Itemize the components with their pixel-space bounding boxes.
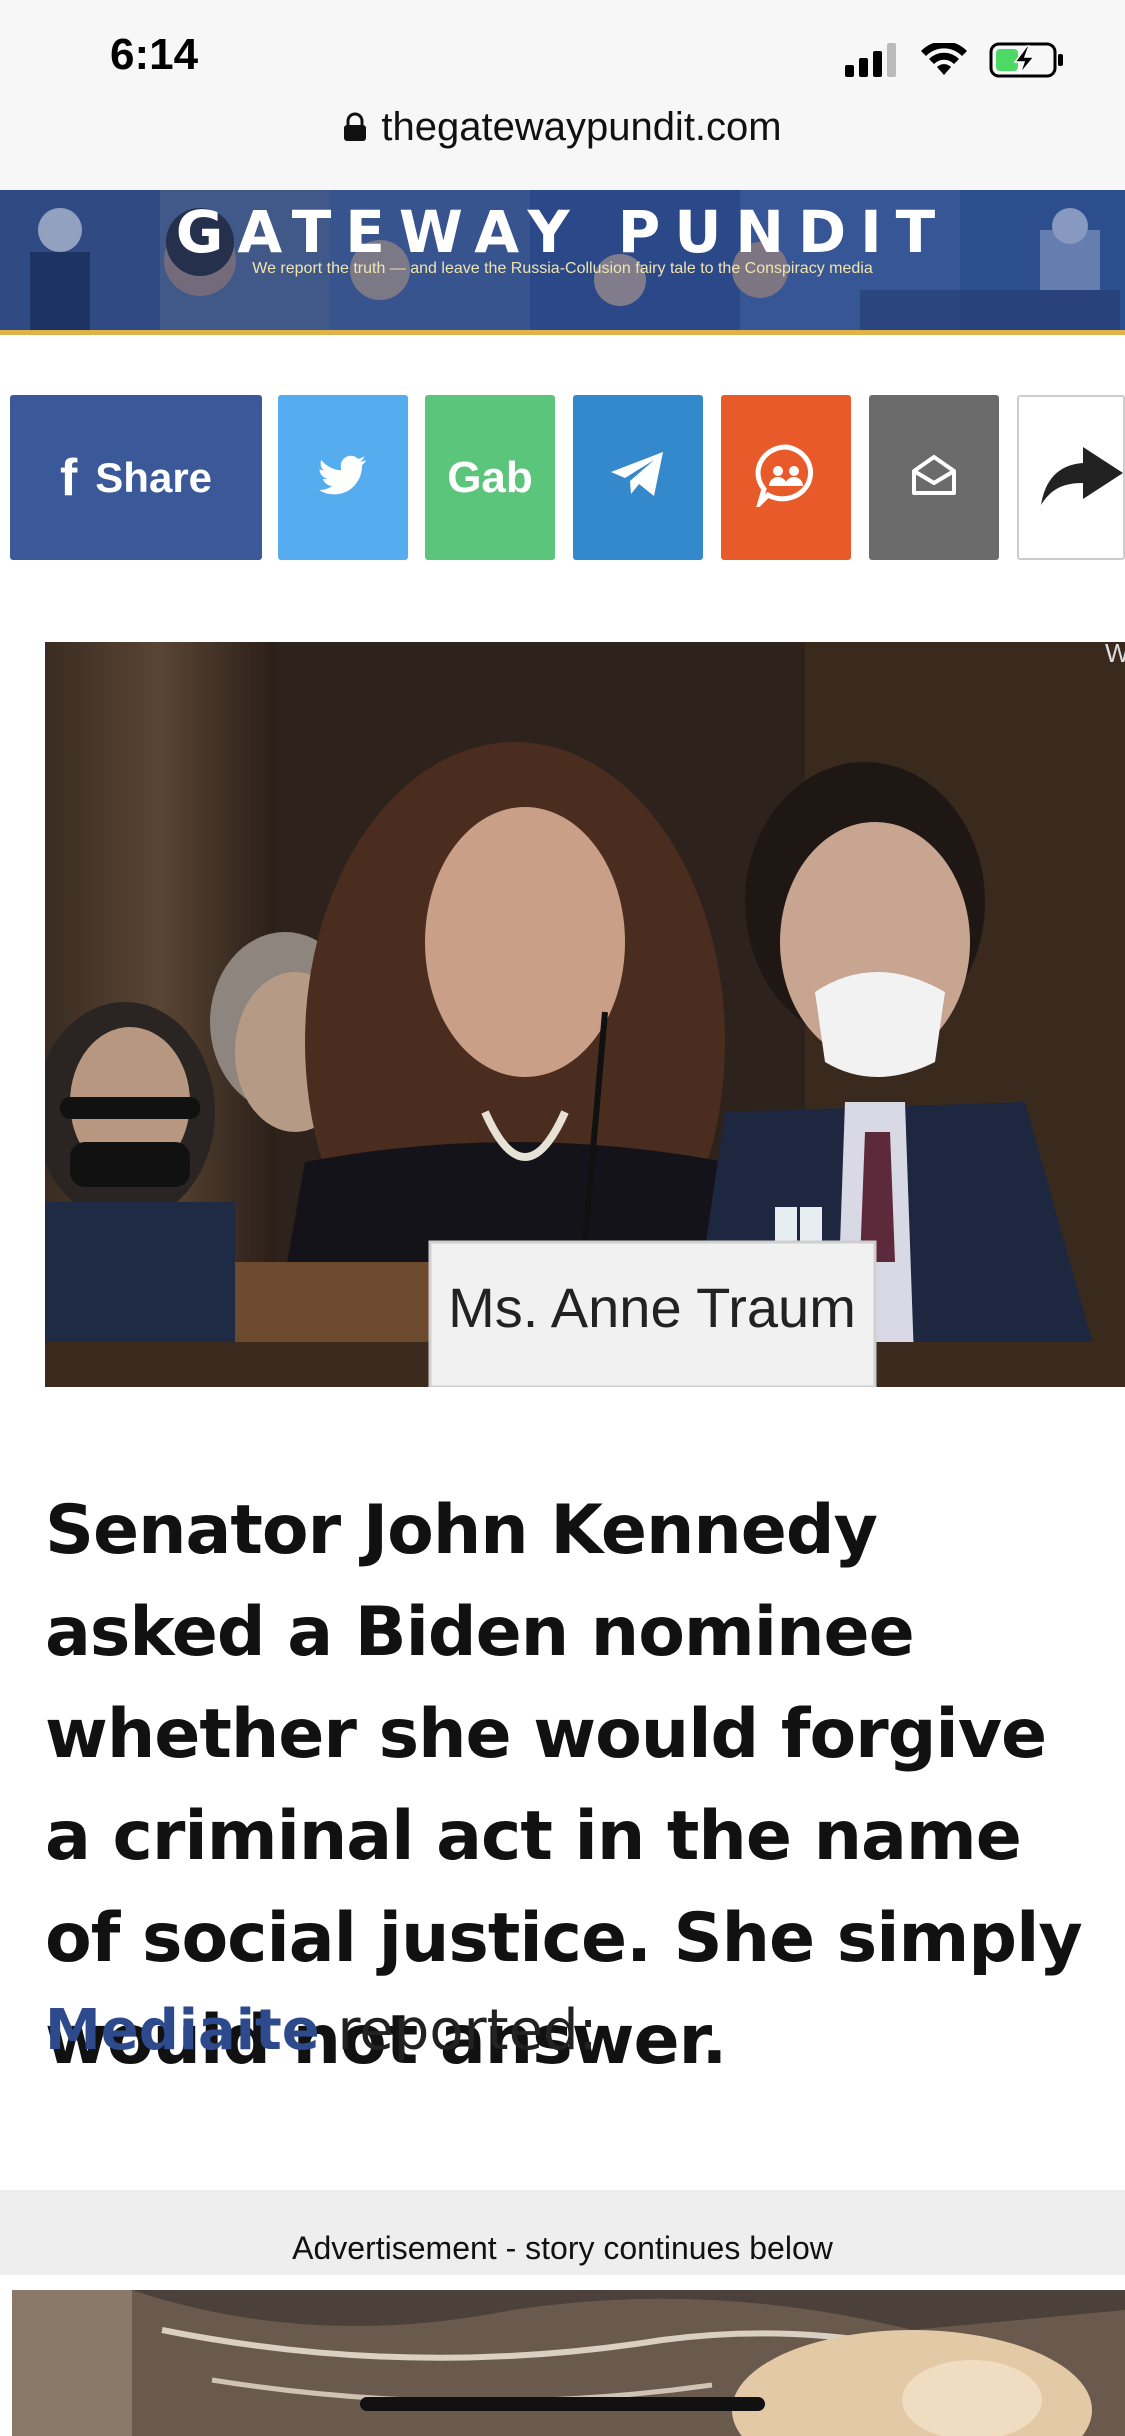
- cellular-signal-icon: [845, 43, 899, 82]
- hearing-photo-image: Ms. Anne Traum Wa: [45, 642, 1125, 1387]
- facebook-icon: f: [59, 448, 78, 507]
- gab-share-button[interactable]: Gab: [425, 395, 555, 560]
- photo-placard-text: Ms. Anne Traum: [448, 1276, 856, 1339]
- chat-bubble-icon: [754, 443, 818, 512]
- article-photo[interactable]: Ms. Anne Traum Wa: [45, 642, 1125, 1387]
- site-banner[interactable]: GATEWAY PUNDIT We report the truth — and…: [0, 190, 1125, 335]
- mediaite-link[interactable]: Mediaite: [45, 1998, 320, 2063]
- comments-share-button[interactable]: [721, 395, 851, 560]
- source-line: Mediaite reported:: [45, 1998, 597, 2063]
- site-title: GATEWAY PUNDIT: [175, 198, 950, 266]
- share-bar: f Share Gab: [0, 395, 1125, 560]
- envelope-open-icon: [910, 455, 958, 500]
- wifi-icon: [921, 41, 967, 82]
- lock-icon: [343, 107, 367, 152]
- facebook-share-label: Share: [95, 453, 213, 501]
- home-indicator[interactable]: [360, 2397, 765, 2411]
- reported-text: reported:: [319, 1998, 598, 2063]
- system-icons: [845, 41, 1065, 83]
- email-share-button[interactable]: [869, 395, 999, 560]
- advertisement-image[interactable]: [12, 2290, 1125, 2436]
- advertisement-label: Advertisement - story continues below: [292, 2230, 833, 2266]
- ad-artwork-image: [12, 2290, 1125, 2436]
- site-tagline: We report the truth — and leave the Russ…: [252, 260, 873, 277]
- more-share-button[interactable]: [1017, 395, 1125, 560]
- photo-watermark-text: Wa: [1105, 642, 1125, 668]
- status-bar: 6:14 thegatewaypundit.com: [0, 0, 1125, 190]
- address-bar[interactable]: thegatewaypundit.com: [0, 105, 1125, 152]
- twitter-share-button[interactable]: [278, 395, 408, 560]
- telegram-share-button[interactable]: [573, 395, 703, 560]
- status-time: 6:14: [110, 30, 199, 79]
- facebook-share-button[interactable]: f Share: [10, 395, 262, 560]
- url-text: thegatewaypundit.com: [381, 105, 782, 149]
- battery-charging-icon: [989, 42, 1065, 83]
- telegram-icon: [609, 450, 667, 505]
- share-arrow-icon: [1039, 443, 1123, 512]
- gab-share-label: Gab: [447, 452, 533, 502]
- twitter-icon: [319, 455, 367, 500]
